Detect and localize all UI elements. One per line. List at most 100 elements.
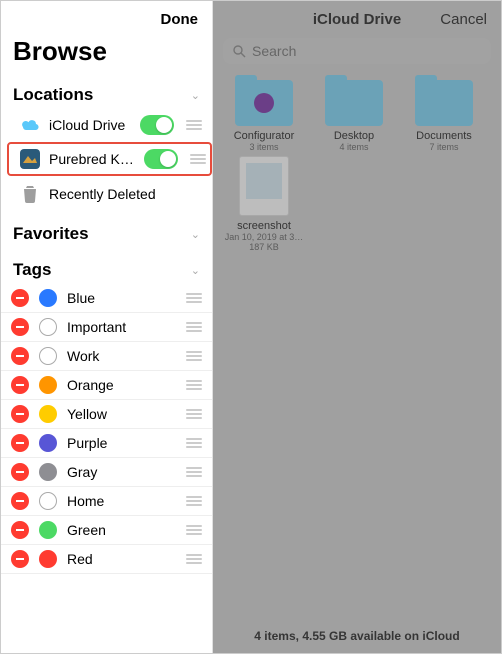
folder-name: Configurator — [234, 130, 295, 142]
file-size: 187 KB — [249, 242, 279, 252]
done-button[interactable]: Done — [161, 11, 199, 28]
search-icon — [233, 45, 246, 58]
cloud-icon — [19, 114, 41, 136]
tag-label: Home — [67, 493, 172, 509]
delete-tag-button[interactable] — [11, 550, 29, 568]
tag-color-dot — [39, 376, 57, 394]
app-icon — [19, 148, 41, 170]
tag-color-dot — [39, 289, 57, 307]
folder-name: Desktop — [334, 130, 374, 142]
tags-header[interactable]: Tags ⌄ — [1, 254, 212, 284]
locations-header[interactable]: Locations ⌄ — [1, 79, 212, 109]
tag-row[interactable]: Important — [1, 313, 212, 342]
tag-color-dot — [39, 318, 57, 336]
search-input[interactable] — [252, 43, 481, 59]
folder-icon — [325, 80, 383, 126]
folder-meta: 7 items — [429, 142, 458, 152]
tag-row[interactable]: Red — [1, 545, 212, 574]
location-label: Purebred Ke... — [49, 151, 136, 167]
reorder-handle-icon[interactable] — [190, 154, 206, 164]
tag-label: Gray — [67, 464, 172, 480]
tag-row[interactable]: Yellow — [1, 400, 212, 429]
delete-tag-button[interactable] — [11, 289, 29, 307]
tag-color-dot — [39, 434, 57, 452]
tag-label: Yellow — [67, 406, 172, 422]
tag-color-dot — [39, 492, 57, 510]
tag-row[interactable]: Blue — [1, 284, 212, 313]
trash-icon — [19, 183, 41, 205]
folder-meta: 4 items — [339, 142, 368, 152]
chevron-down-icon: ⌄ — [191, 264, 200, 277]
reorder-handle-icon[interactable] — [186, 438, 202, 448]
folder-name: Documents — [416, 130, 472, 142]
tag-label: Blue — [67, 290, 172, 306]
delete-tag-button[interactable] — [11, 463, 29, 481]
cancel-button[interactable]: Cancel — [440, 11, 487, 28]
reorder-handle-icon[interactable] — [186, 322, 202, 332]
tag-label: Red — [67, 551, 172, 567]
tag-row[interactable]: Gray — [1, 458, 212, 487]
file-item[interactable]: screenshot Jan 10, 2019 at 3… 187 KB — [221, 156, 307, 252]
tag-row[interactable]: Orange — [1, 371, 212, 400]
location-icloud-drive[interactable]: iCloud Drive — [1, 109, 212, 141]
reorder-handle-icon[interactable] — [186, 554, 202, 564]
locations-title: Locations — [13, 85, 93, 105]
reorder-handle-icon[interactable] — [186, 293, 202, 303]
folder-meta: 3 items — [249, 142, 278, 152]
search-bar[interactable] — [223, 38, 491, 64]
reorder-handle-icon[interactable] — [186, 380, 202, 390]
favorites-title: Favorites — [13, 224, 89, 244]
tag-row[interactable]: Green — [1, 516, 212, 545]
folder-item[interactable]: Desktop 4 items — [311, 80, 397, 152]
reorder-handle-icon[interactable] — [186, 409, 202, 419]
tag-color-dot — [39, 550, 57, 568]
main-panel: iCloud Drive Cancel Configurator 3 items… — [213, 1, 501, 653]
storage-footer: 4 items, 4.55 GB available on iCloud — [213, 619, 501, 653]
reorder-handle-icon[interactable] — [186, 467, 202, 477]
tag-label: Orange — [67, 377, 172, 393]
reorder-handle-icon[interactable] — [186, 525, 202, 535]
main-title: iCloud Drive — [313, 11, 401, 28]
chevron-down-icon: ⌄ — [191, 89, 200, 102]
tag-row[interactable]: Home — [1, 487, 212, 516]
delete-tag-button[interactable] — [11, 376, 29, 394]
file-name: screenshot — [237, 220, 291, 232]
location-recently-deleted[interactable]: Recently Deleted — [1, 178, 212, 210]
folder-item[interactable]: Configurator 3 items — [221, 80, 307, 152]
delete-tag-button[interactable] — [11, 434, 29, 452]
delete-tag-button[interactable] — [11, 492, 29, 510]
folder-icon — [415, 80, 473, 126]
delete-tag-button[interactable] — [11, 347, 29, 365]
location-label: Recently Deleted — [49, 186, 202, 202]
tag-color-dot — [39, 463, 57, 481]
browse-title: Browse — [1, 34, 212, 79]
location-label: iCloud Drive — [49, 117, 132, 133]
reorder-handle-icon[interactable] — [186, 351, 202, 361]
toggle-switch[interactable] — [140, 115, 174, 135]
browse-sidebar: Done Browse Locations ⌄ iCloud Drive Pur… — [1, 1, 213, 653]
tag-label: Work — [67, 348, 172, 364]
folder-icon — [235, 80, 293, 126]
chevron-down-icon: ⌄ — [191, 228, 200, 241]
reorder-handle-icon[interactable] — [186, 120, 202, 130]
tag-color-dot — [39, 405, 57, 423]
tag-color-dot — [39, 521, 57, 539]
highlight-annotation: Purebred Ke... — [7, 142, 212, 176]
reorder-handle-icon[interactable] — [186, 496, 202, 506]
tag-label: Important — [67, 319, 172, 335]
favorites-header[interactable]: Favorites ⌄ — [1, 218, 212, 248]
tag-row[interactable]: Work — [1, 342, 212, 371]
tag-label: Purple — [67, 435, 172, 451]
file-thumbnail — [239, 156, 289, 216]
tag-label: Green — [67, 522, 172, 538]
tags-title: Tags — [13, 260, 51, 280]
delete-tag-button[interactable] — [11, 405, 29, 423]
file-meta: Jan 10, 2019 at 3… — [225, 232, 304, 242]
toggle-switch[interactable] — [144, 149, 178, 169]
tag-row[interactable]: Purple — [1, 429, 212, 458]
location-purebred[interactable]: Purebred Ke... — [19, 146, 206, 172]
tag-color-dot — [39, 347, 57, 365]
folder-item[interactable]: Documents 7 items — [401, 80, 487, 152]
delete-tag-button[interactable] — [11, 521, 29, 539]
delete-tag-button[interactable] — [11, 318, 29, 336]
